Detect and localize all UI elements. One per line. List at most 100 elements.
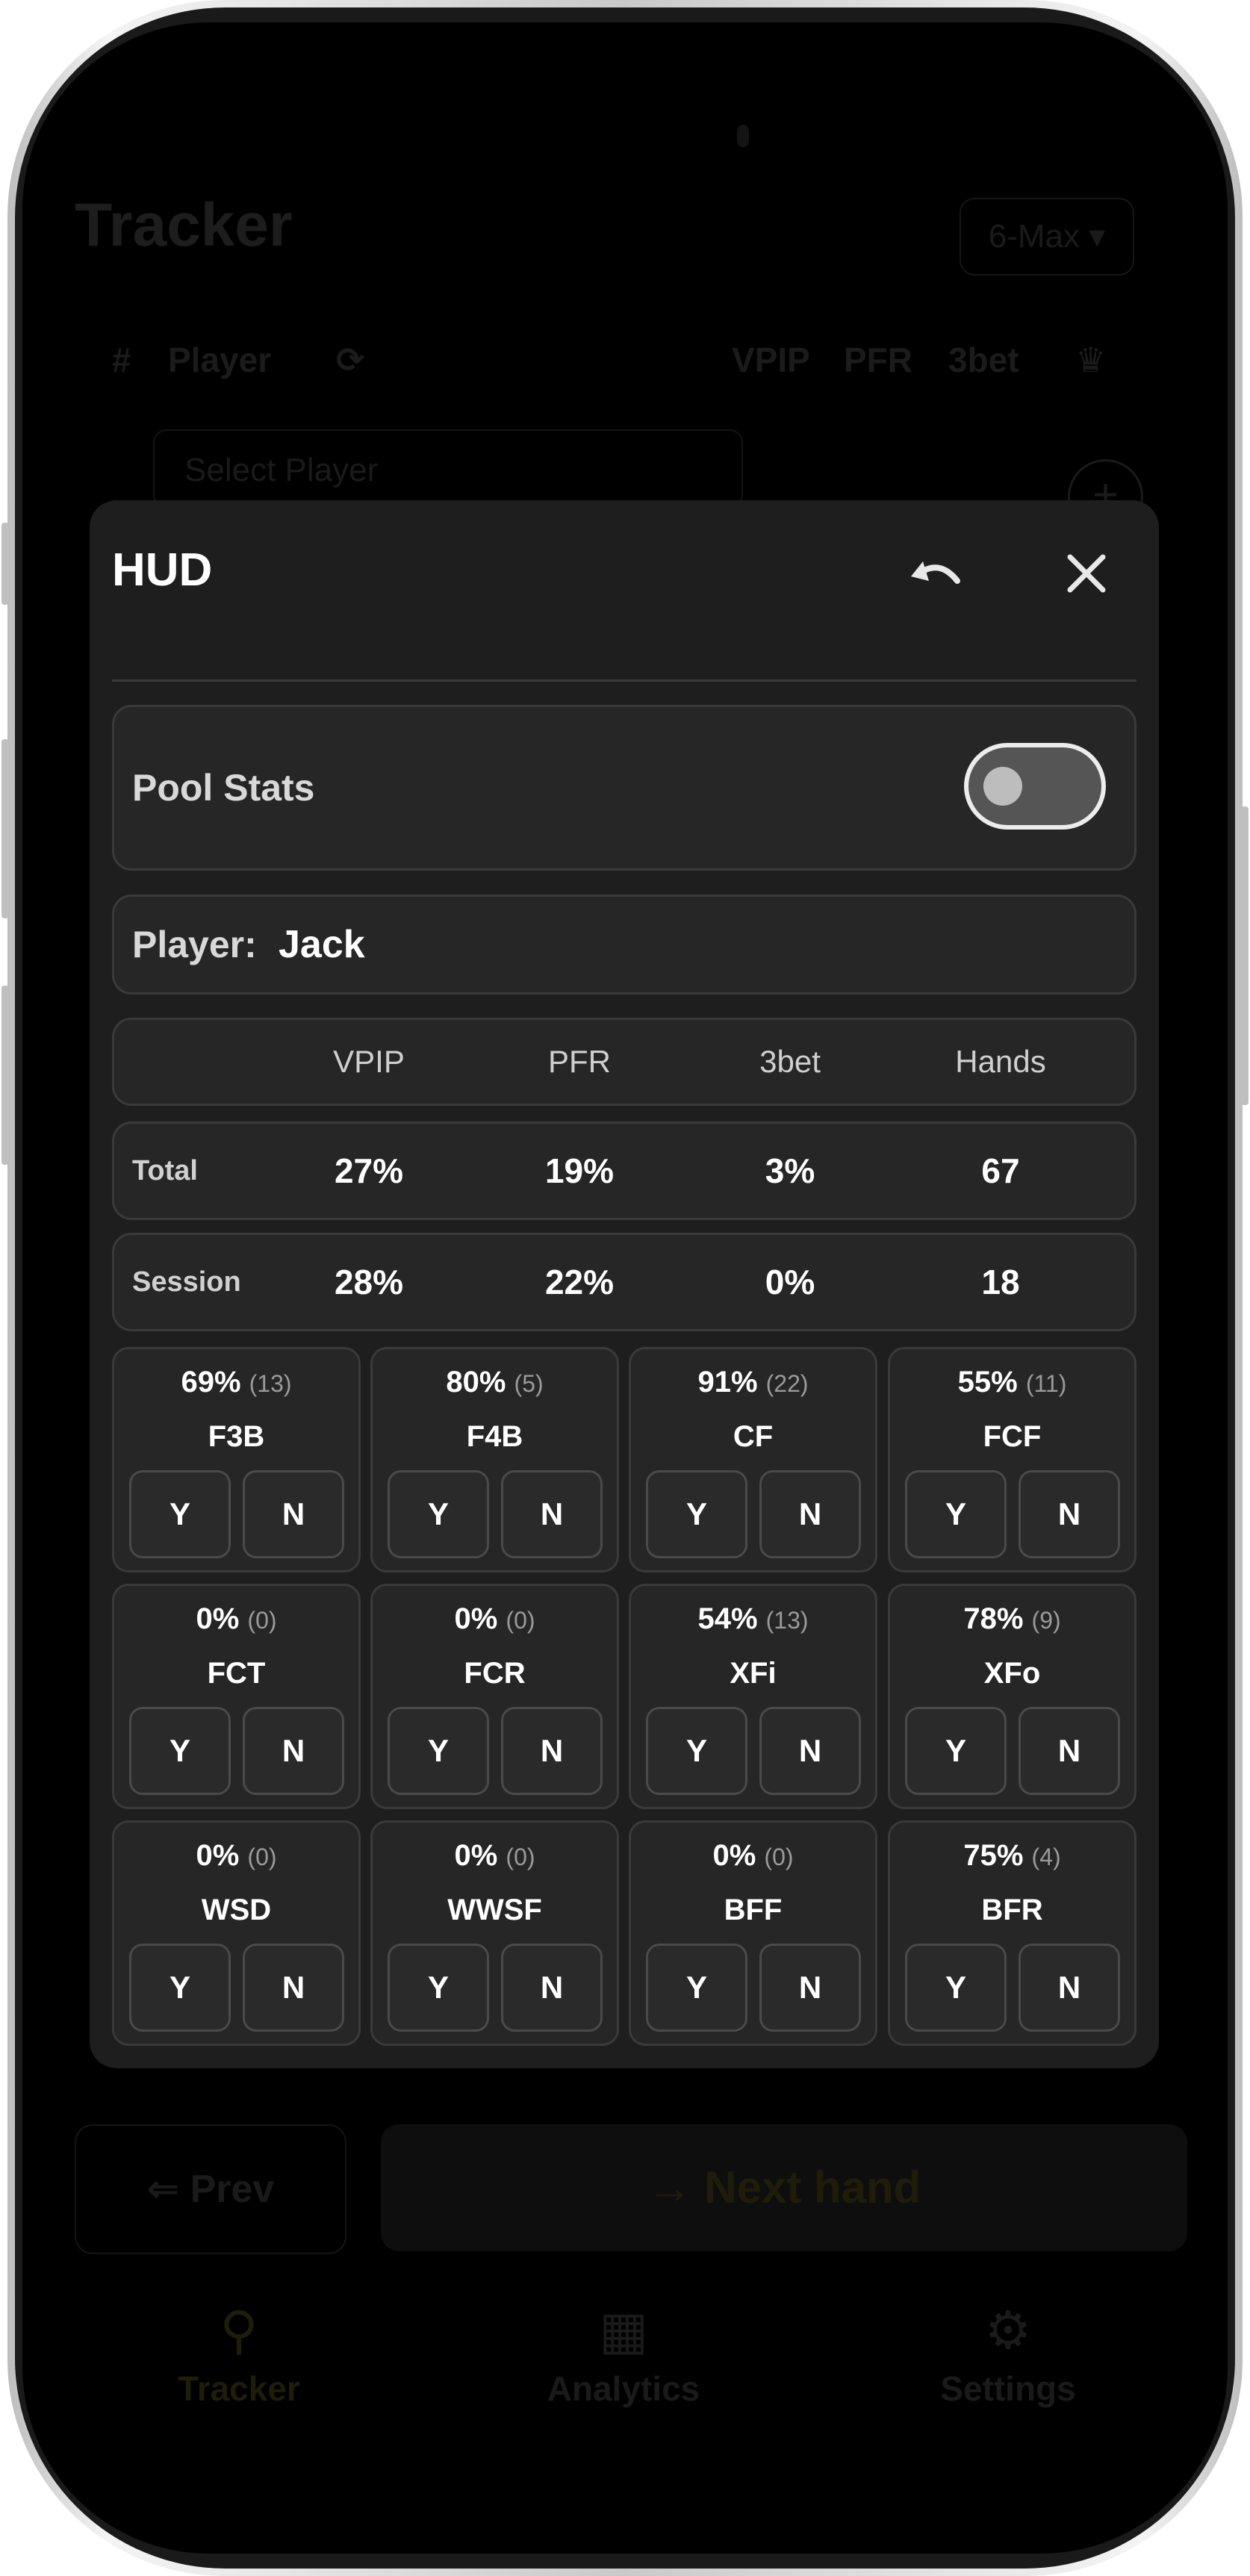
player-name: Jack [279, 923, 365, 966]
stat-count: (22) [765, 1370, 809, 1397]
close-icon [1067, 554, 1106, 593]
stat-name: F3B [208, 1420, 265, 1453]
nav-tracker: ⚲ Tracker [105, 2300, 373, 2409]
yes-button[interactable]: Y [646, 1470, 747, 1558]
pool-stats-row: Pool Stats [112, 705, 1136, 871]
stat-tile-bff: 0% (0) BFF Y N [629, 1820, 877, 2046]
no-button[interactable]: N [243, 1707, 344, 1795]
yes-button[interactable]: Y [905, 1707, 1007, 1795]
stat-percent: 75% (4) [963, 1839, 1061, 1872]
stat-tile-fcr: 0% (0) FCR Y N [370, 1584, 619, 1809]
stat-count: (0) [506, 1844, 535, 1870]
stat-count: (9) [1031, 1607, 1061, 1634]
no-button[interactable]: N [501, 1470, 603, 1558]
session-vpip: 28% [334, 1263, 404, 1301]
stat-percent: 0% (0) [454, 1602, 535, 1635]
nav-settings: ⚙ Settings [874, 2300, 1142, 2409]
stat-tile-f4b: 80% (5) F4B Y N [370, 1347, 619, 1572]
row-label: Total [132, 1155, 198, 1186]
stats-row-session: Session 28% 22% 0% 18 [112, 1233, 1136, 1331]
no-button[interactable]: N [759, 1470, 861, 1558]
yes-button[interactable]: Y [388, 1470, 489, 1558]
stat-name: F4B [466, 1420, 523, 1453]
stat-count: (11) [1025, 1370, 1067, 1397]
stat-name: XFo [983, 1657, 1041, 1690]
stat-count: (13) [249, 1370, 292, 1397]
app-title: Tracker [75, 191, 293, 259]
yes-button[interactable]: Y [646, 1707, 747, 1795]
no-button[interactable]: N [1019, 1707, 1120, 1795]
stat-count: (0) [506, 1607, 535, 1634]
stat-tile-wsd: 0% (0) WSD Y N [112, 1820, 361, 2046]
close-button[interactable] [1049, 536, 1124, 611]
stat-count: (13) [765, 1607, 809, 1634]
volume-up-button [1, 739, 9, 918]
yes-button[interactable]: Y [129, 1944, 231, 2032]
undo-button[interactable] [896, 536, 971, 611]
no-button[interactable]: N [759, 1944, 861, 2032]
col-pfr: PFR [548, 1044, 611, 1079]
undo-icon [911, 561, 960, 584]
stat-tile-f3b: 69% (13) F3B Y N [112, 1347, 361, 1572]
header-divider [112, 679, 1136, 682]
stat-percent: 54% (13) [697, 1602, 809, 1635]
yes-button[interactable]: Y [129, 1470, 231, 1558]
stat-percent: 55% (11) [957, 1366, 1067, 1399]
stat-name: FCF [983, 1420, 1042, 1453]
yes-button[interactable]: Y [905, 1944, 1007, 2032]
action-button [1, 523, 9, 605]
stat-count: (5) [514, 1370, 544, 1397]
stat-tile-xfi: 54% (13) XFi Y N [629, 1584, 877, 1809]
prev-button: ⇐ Prev [75, 2124, 346, 2254]
yes-button[interactable]: Y [388, 1944, 489, 2032]
col-header-3bet: 3bet [948, 340, 1019, 379]
stat-tile-wwsf: 0% (0) WWSF Y N [370, 1820, 619, 2046]
stat-tile-cf: 91% (22) CF Y N [629, 1347, 877, 1572]
stat-name: WSD [201, 1894, 272, 1926]
stat-percent: 0% (0) [196, 1839, 277, 1872]
no-button[interactable]: N [501, 1707, 603, 1795]
session-3bet: 0% [765, 1263, 815, 1301]
select-player-dropdown: Select Player [153, 429, 743, 508]
stat-tile-fcf: 55% (11) FCF Y N [888, 1347, 1136, 1572]
no-button[interactable]: N [501, 1944, 603, 2032]
stat-percent: 69% (13) [181, 1366, 292, 1399]
stat-name: XFi [730, 1657, 777, 1690]
stat-name: FCR [464, 1657, 526, 1690]
stat-tile-xfo: 78% (9) XFo Y N [888, 1584, 1136, 1809]
hud-modal: HUD Pool Stats Player: Jack VPIP PFR 3be… [90, 500, 1159, 2068]
stat-percent: 0% (0) [196, 1602, 277, 1635]
crown-icon: ♛ [1075, 340, 1107, 379]
col-vpip: VPIP [333, 1044, 405, 1079]
stat-name: WWSF [447, 1894, 542, 1926]
yes-button[interactable]: Y [388, 1707, 489, 1795]
yes-button[interactable]: Y [129, 1707, 231, 1795]
stat-name: BFR [981, 1894, 1043, 1926]
chart-icon: ▦ [598, 2301, 649, 2359]
power-button [1241, 806, 1249, 1105]
stat-count: (4) [1031, 1844, 1061, 1870]
stat-name: BFF [724, 1894, 783, 1926]
yes-button[interactable]: Y [646, 1944, 747, 2032]
total-3bet: 3% [765, 1151, 815, 1190]
nav-analytics: ▦ Analytics [489, 2300, 758, 2409]
no-button[interactable]: N [243, 1944, 344, 2032]
stat-count: (0) [247, 1844, 277, 1870]
no-button[interactable]: N [1019, 1470, 1120, 1558]
stat-tile-fct: 0% (0) FCT Y N [112, 1584, 361, 1809]
player-label: Player: [132, 924, 257, 965]
stat-count: (0) [764, 1844, 794, 1870]
total-vpip: 27% [334, 1151, 404, 1190]
stats-header-row: VPIP PFR 3bet Hands [112, 1018, 1136, 1106]
next-hand-button: → Next hand [381, 2124, 1187, 2251]
player-row: Player: Jack [112, 895, 1136, 995]
no-button[interactable]: N [243, 1470, 344, 1558]
pool-stats-toggle[interactable] [964, 743, 1106, 830]
no-button[interactable]: N [1019, 1944, 1120, 2032]
session-hands: 18 [981, 1263, 1020, 1301]
table-size-select: 6-Max ▾ [960, 198, 1134, 276]
no-button[interactable]: N [759, 1707, 861, 1795]
col-hands: Hands [955, 1044, 1046, 1079]
yes-button[interactable]: Y [905, 1470, 1007, 1558]
col-header-index: # [112, 340, 131, 379]
